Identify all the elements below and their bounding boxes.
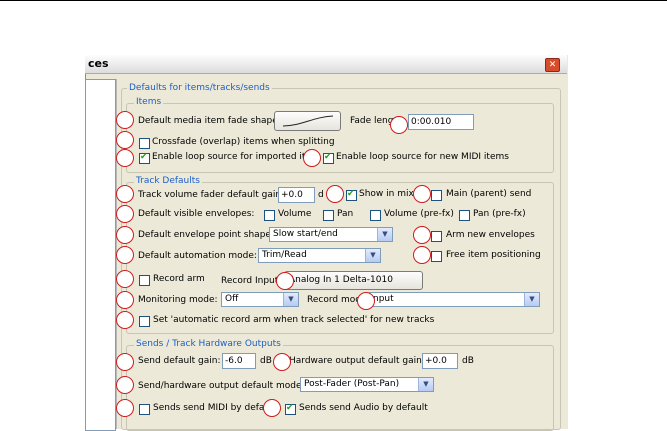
monitoring-label: Monitoring mode: [138, 295, 218, 305]
annotation-marker [116, 111, 134, 129]
annotation-marker [116, 185, 134, 203]
env-pan-prefx-checkbox[interactable] [459, 210, 470, 221]
annotation-marker [263, 399, 281, 417]
record-input-button[interactable]: Analog In 1 Delta-1010 [284, 271, 423, 290]
automation-label: Default automation mode: [138, 251, 257, 261]
fade-length-label: Fade leng [350, 116, 394, 126]
free-item-label: Free item positioning [446, 250, 541, 260]
automation-dropdown[interactable]: Trim/Read ▼ [258, 248, 381, 263]
annotation-marker [116, 226, 134, 244]
loop-midi-label: Enable loop source for new MIDI items [336, 152, 509, 162]
crossfade-checkbox[interactable] [139, 138, 150, 149]
hw-gain-label: Hardware output default gain: [289, 356, 425, 366]
env-pan-checkbox[interactable] [323, 210, 334, 221]
fade-shape-label: Default media item fade shape: [138, 116, 281, 126]
chevron-down-icon[interactable]: ▼ [365, 249, 380, 262]
arm-env-label: Arm new envelopes [446, 230, 535, 240]
loop-imported-label: Enable loop source for imported iten [152, 152, 317, 162]
fade-length-input[interactable]: 0:00.010 [408, 114, 474, 130]
annotation-marker [413, 246, 431, 264]
record-input-label: Record Input [221, 276, 279, 286]
annotation-marker [273, 353, 291, 371]
annotation-marker [413, 185, 431, 203]
send-midi-checkbox[interactable] [139, 404, 150, 415]
env-point-value: Slow start/end [273, 229, 338, 239]
items-legend: Items [134, 97, 164, 108]
monitoring-dropdown[interactable]: Off ▼ [221, 292, 299, 307]
monitoring-value: Off [225, 294, 239, 304]
chevron-down-icon[interactable]: ▼ [377, 228, 392, 241]
annotation-marker [326, 185, 344, 203]
send-mode-dropdown[interactable]: Post-Fader (Post-Pan) ▼ [300, 377, 434, 392]
track-defaults-legend: Track Defaults [134, 176, 202, 187]
send-midi-label: Sends send MIDI by defa [153, 403, 265, 413]
auto-arm-label: Set 'automatic record arm when track sel… [153, 315, 435, 325]
close-icon[interactable]: ✕ [545, 58, 560, 72]
main-send-label: Main (parent) send [446, 189, 532, 199]
send-mode-label: Send/hardware output default mode: [138, 381, 305, 391]
record-arm-checkbox[interactable] [139, 275, 150, 286]
auto-arm-checkbox[interactable] [139, 316, 150, 327]
annotation-marker [116, 376, 134, 394]
env-volume-prefx-checkbox[interactable] [370, 210, 381, 221]
arm-env-checkbox[interactable] [431, 231, 442, 242]
show-in-mixer-label: Show in mixe [359, 189, 420, 199]
annotation-marker [116, 149, 134, 167]
volume-unit-label: d [318, 190, 324, 200]
send-gain-input[interactable]: -6.0 [222, 353, 256, 369]
chevron-down-icon[interactable]: ▼ [418, 378, 433, 391]
annotation-marker [303, 149, 321, 167]
send-gain-unit: dB [260, 356, 272, 366]
fade-shape-button[interactable] [274, 111, 341, 131]
env-pan-prefx-label: Pan (pre-fx) [473, 209, 526, 219]
free-item-checkbox[interactable] [431, 251, 442, 262]
visible-env-label: Default visible envelopes: [138, 209, 255, 219]
send-audio-checkbox[interactable] [285, 403, 296, 415]
annotation-marker [116, 353, 134, 371]
send-gain-label: Send default gain: [138, 356, 221, 366]
env-point-label: Default envelope point shape: [138, 230, 274, 240]
annotation-marker [116, 205, 134, 223]
env-point-dropdown[interactable]: Slow start/end ▼ [269, 227, 393, 242]
record-mode-label: Record mod [307, 295, 361, 305]
env-volume-prefx-label: Volume (pre-fx) [384, 209, 454, 219]
env-volume-label: Volume [278, 209, 312, 219]
hw-gain-input[interactable]: +0.0 [422, 353, 458, 369]
env-volume-checkbox[interactable] [264, 210, 275, 221]
annotation-marker [390, 116, 408, 134]
top-rule [0, 0, 667, 1]
annotation-marker [116, 131, 134, 149]
chevron-down-icon[interactable]: ▼ [283, 293, 298, 306]
annotation-marker [116, 270, 134, 288]
annotation-marker [413, 226, 431, 244]
annotation-marker [116, 399, 134, 417]
fade-curve-icon [282, 115, 334, 127]
category-tree[interactable] [85, 79, 116, 431]
env-pan-label: Pan [337, 209, 354, 219]
loop-midi-checkbox[interactable] [323, 152, 334, 164]
show-in-mixer-checkbox[interactable] [346, 189, 357, 201]
title-bar [85, 55, 567, 74]
automation-value: Trim/Read [262, 250, 307, 260]
record-arm-label: Record arm [153, 274, 205, 284]
crossfade-label: Crossfade (overlap) items when splitting [152, 137, 335, 147]
record-mode-dropdown[interactable]: nput ▼ [369, 292, 540, 307]
send-mode-value: Post-Fader (Post-Pan) [304, 379, 400, 389]
defaults-legend: Defaults for items/tracks/sends [127, 83, 272, 94]
loop-imported-checkbox[interactable] [139, 152, 150, 164]
hw-gain-unit: dB [462, 356, 474, 366]
annotation-marker [276, 272, 294, 290]
window-title: ces [88, 57, 109, 70]
annotation-marker [116, 291, 134, 309]
volume-gain-label: Track volume fader default gain: [138, 190, 285, 200]
sends-legend: Sends / Track Hardware Outputs [134, 339, 283, 350]
record-mode-value: nput [373, 294, 394, 304]
chevron-down-icon[interactable]: ▼ [524, 293, 539, 306]
volume-gain-input[interactable]: +0.0 [278, 187, 315, 203]
annotation-marker [116, 246, 134, 264]
annotation-marker [357, 292, 375, 310]
send-audio-label: Sends send Audio by default [299, 403, 428, 413]
main-send-checkbox[interactable] [431, 190, 442, 201]
annotation-marker [116, 311, 134, 329]
